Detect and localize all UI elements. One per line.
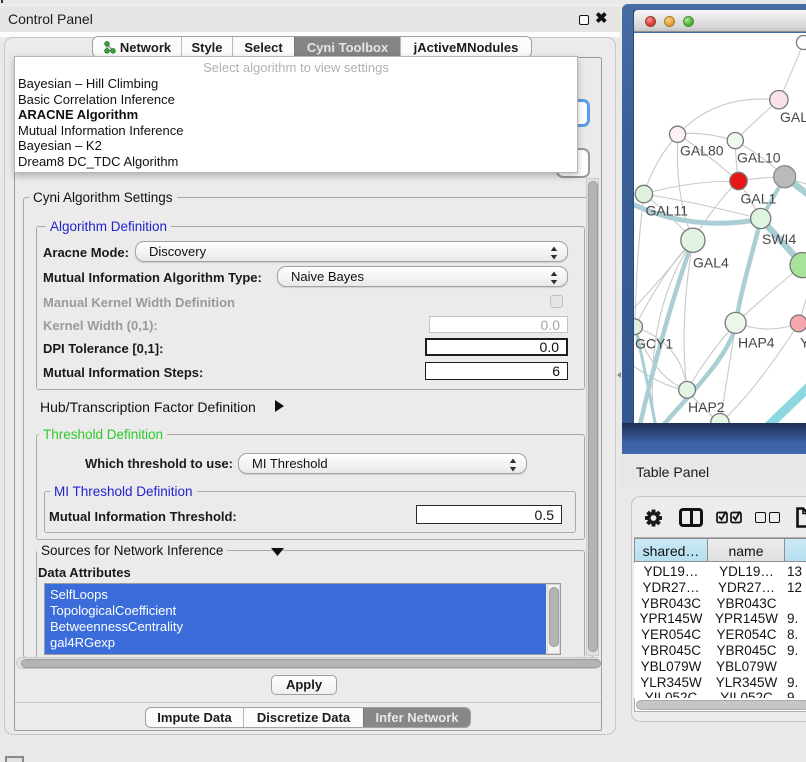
svg-text:HAP2: HAP2: [688, 399, 725, 415]
svg-text:GAL11: GAL11: [646, 203, 689, 219]
svg-text:GCY1: GCY1: [635, 336, 673, 352]
svg-text:GAL1: GAL1: [741, 191, 777, 207]
svg-text:GAL10: GAL10: [737, 150, 781, 166]
svg-text:GAL4: GAL4: [693, 255, 729, 271]
svg-text:YB: YB: [800, 335, 806, 351]
svg-text:HAP4: HAP4: [738, 335, 775, 351]
svg-text:GAL80: GAL80: [680, 143, 724, 159]
svg-text:SWI4: SWI4: [762, 231, 796, 247]
svg-text:GAL7: GAL7: [780, 109, 806, 125]
